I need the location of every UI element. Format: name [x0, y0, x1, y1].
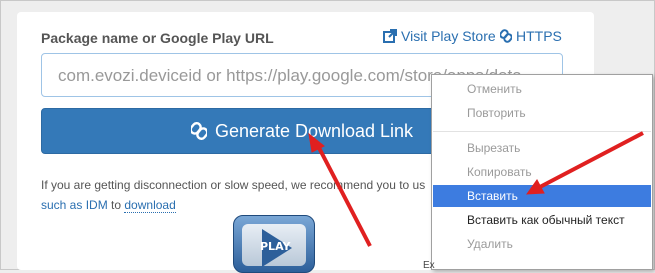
visit-play-store-label: Visit Play Store: [401, 28, 496, 44]
generate-button-label: Generate Download Link: [214, 120, 414, 141]
play-label: PLAY: [260, 240, 291, 253]
https-label: HTTPS: [516, 28, 562, 44]
menu-separator: [433, 131, 651, 132]
info-text-2: such as IDM to download: [41, 198, 176, 213]
play-store-button[interactable]: PLAY: [233, 215, 315, 273]
idm-link[interactable]: such as IDM: [41, 198, 108, 212]
link-icon: [500, 29, 512, 43]
https-link[interactable]: HTTPS: [500, 28, 562, 44]
download-link[interactable]: download: [124, 198, 176, 213]
menu-item-redo[interactable]: Повторить: [433, 102, 651, 124]
context-menu: Отменить Повторить Вырезать Копировать В…: [431, 74, 653, 270]
external-link-icon: [383, 29, 397, 43]
menu-item-delete[interactable]: Удалить: [433, 233, 651, 255]
link-icon: [190, 122, 207, 140]
menu-item-undo[interactable]: Отменить: [433, 78, 651, 100]
info-mid-text: to: [107, 198, 125, 212]
menu-item-paste-plain[interactable]: Вставить как обычный текст: [433, 209, 651, 231]
info-text: If you are getting disconnection or slow…: [41, 178, 426, 192]
menu-item-copy[interactable]: Копировать: [433, 161, 651, 183]
package-field-label: Package name or Google Play URL: [41, 30, 274, 46]
visit-play-store-link[interactable]: Visit Play Store: [383, 28, 496, 44]
play-button-face: PLAY: [242, 224, 306, 267]
menu-item-paste[interactable]: Вставить: [433, 185, 651, 207]
menu-item-cut[interactable]: Вырезать: [433, 137, 651, 159]
menu-cut-off-text: Ex: [423, 260, 435, 271]
